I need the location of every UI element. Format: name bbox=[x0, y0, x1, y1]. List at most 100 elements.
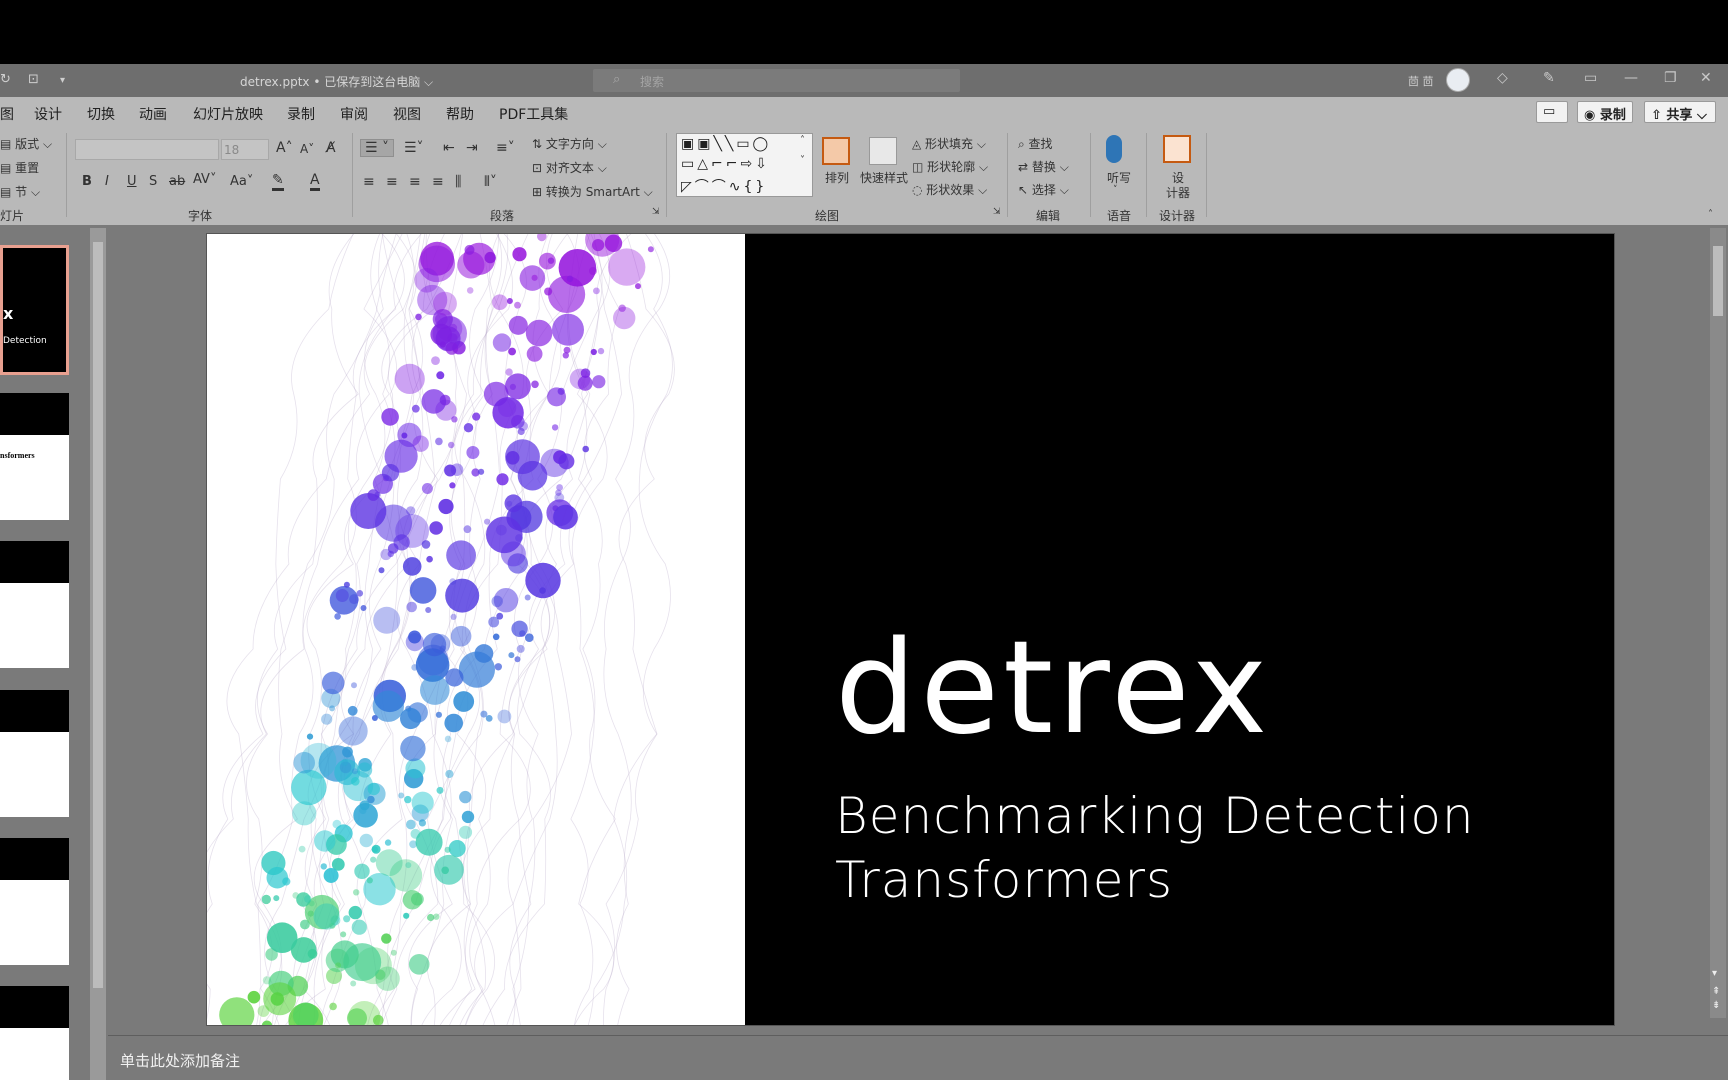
tab-transitions[interactable]: 切换 bbox=[87, 104, 115, 124]
arrange-button[interactable]: 排列 bbox=[825, 169, 849, 186]
justify-icon[interactable]: ≡ bbox=[432, 174, 444, 190]
font-size-field[interactable]: 18 bbox=[221, 139, 269, 160]
tab-help[interactable]: 帮助 bbox=[446, 104, 474, 124]
shadow-icon[interactable]: S bbox=[149, 174, 157, 189]
drawing-dialog-launcher-icon[interactable]: ⇲ bbox=[993, 207, 1001, 217]
slide-scrollbar[interactable]: ▾ ⇞ ⇟ bbox=[1710, 228, 1726, 1018]
text-direction-button[interactable]: ⇅ 文字方向 ⌵ bbox=[532, 135, 607, 152]
scrollbar-thumb[interactable] bbox=[1713, 246, 1723, 316]
slide-thumbnail-2[interactable]: nsformers bbox=[0, 393, 69, 520]
collapse-ribbon-icon[interactable]: ˄ bbox=[1708, 209, 1713, 220]
ribbon-display-icon[interactable]: ▭ bbox=[1584, 70, 1597, 86]
dictate-dropdown-icon[interactable]: ˅ bbox=[1113, 185, 1118, 195]
change-case-icon[interactable]: Aa˅ bbox=[230, 174, 253, 189]
shape-outline-button[interactable]: ◫ 形状轮廓 ⌵ bbox=[912, 158, 988, 175]
columns-icon[interactable]: ⫴˅ bbox=[484, 174, 497, 190]
grow-font-icon[interactable]: A˄ bbox=[276, 140, 293, 156]
top-black-strip bbox=[0, 0, 1728, 64]
reset-button[interactable]: ▤ 重置 bbox=[0, 159, 39, 176]
thumb-subtitle: Detection bbox=[3, 336, 47, 346]
tab-animations[interactable]: 动画 bbox=[139, 104, 167, 124]
font-name-field[interactable] bbox=[75, 139, 219, 160]
group-divider bbox=[666, 133, 667, 217]
italic-icon[interactable]: I bbox=[105, 174, 109, 189]
avatar[interactable] bbox=[1446, 68, 1470, 92]
layout-button[interactable]: ▤ 版式 ⌵ bbox=[0, 135, 52, 152]
bubble-artwork bbox=[207, 234, 675, 1025]
quick-styles-button[interactable]: 快速样式 bbox=[860, 169, 908, 186]
tab-review[interactable]: 审阅 bbox=[340, 104, 368, 124]
tab-slideshow[interactable]: 幻灯片放映 bbox=[193, 104, 263, 124]
numbering-icon[interactable]: ☰˅ bbox=[404, 140, 424, 156]
shape-fill-button[interactable]: ◬ 形状填充 ⌵ bbox=[912, 135, 986, 152]
strikethrough-icon[interactable]: ab bbox=[169, 174, 185, 189]
search-box[interactable]: ⌕ 搜索 bbox=[593, 69, 960, 92]
slide-thumbnail-3[interactable] bbox=[0, 541, 69, 668]
close-icon[interactable]: ✕ bbox=[1700, 70, 1712, 86]
notes-pane[interactable]: 单击此处添加备注 bbox=[108, 1035, 1728, 1080]
customize-toolbar-icon[interactable]: ▾ bbox=[60, 75, 65, 86]
layout-label: 版式 ⌵ bbox=[15, 137, 53, 151]
distributed-icon[interactable]: ⫼ bbox=[455, 174, 461, 190]
tab-pdf-tools[interactable]: PDF工具集 bbox=[499, 104, 568, 124]
shape-effects-button[interactable]: ◌ 形状效果 ⌵ bbox=[912, 181, 987, 198]
smartart-label: 转换为 SmartArt ⌵ bbox=[545, 185, 653, 199]
microphone-icon bbox=[1106, 135, 1122, 163]
char-spacing-icon[interactable]: AV˅ bbox=[193, 172, 216, 187]
gallery-scroll-down-icon[interactable]: ˅ bbox=[800, 155, 805, 166]
share-button[interactable]: ⇧ 共享 ⌵ bbox=[1644, 101, 1716, 123]
designer-icon bbox=[1163, 135, 1191, 163]
section-button[interactable]: ▤ 节 ⌵ bbox=[0, 183, 40, 200]
underline-icon[interactable]: U bbox=[127, 174, 137, 189]
slide-thumbnail-4[interactable] bbox=[0, 690, 69, 817]
shrink-font-icon[interactable]: A˅ bbox=[300, 142, 314, 156]
tab-insert-partial[interactable]: 图 bbox=[0, 104, 14, 124]
font-color-icon[interactable]: A bbox=[310, 172, 320, 191]
dictate-button[interactable]: 听写 bbox=[1107, 169, 1131, 186]
tab-design[interactable]: 设计 bbox=[34, 104, 62, 124]
bold-icon[interactable]: B bbox=[82, 174, 92, 189]
align-text-button[interactable]: ⊡ 对齐文本 ⌵ bbox=[532, 159, 607, 176]
gallery-scroll-up-icon[interactable]: ˄ bbox=[800, 135, 805, 146]
highlight-icon[interactable]: ✎ bbox=[272, 172, 284, 191]
minimize-icon[interactable]: — bbox=[1624, 70, 1638, 86]
slide-canvas[interactable]: detrex Benchmarking Detection Transforme… bbox=[206, 233, 1615, 1026]
tab-record[interactable]: 录制 bbox=[287, 104, 315, 124]
scroll-down-icon[interactable]: ▾ bbox=[1712, 968, 1717, 979]
user-name[interactable]: 茴 茴 bbox=[1408, 73, 1434, 89]
designer-button-line2[interactable]: 计器 bbox=[1166, 184, 1190, 201]
smartart-button[interactable]: ⊞ 转换为 SmartArt ⌵ bbox=[532, 183, 653, 200]
line-spacing-icon[interactable]: ≡˅ bbox=[496, 140, 515, 156]
pen-icon[interactable]: ✎ bbox=[1543, 70, 1555, 86]
restore-icon[interactable]: ❐ bbox=[1664, 70, 1677, 86]
slide-thumbnail-6[interactable] bbox=[0, 986, 69, 1080]
redo-icon[interactable]: ↻ bbox=[0, 72, 11, 87]
slide-thumbnail-5[interactable] bbox=[0, 838, 69, 965]
shape-gallery[interactable]: ▣▣╲╲▭◯ ▭△⌐⌐⇨⇩ ◸⌒⌒∿{} bbox=[676, 133, 813, 197]
find-button[interactable]: ⌕ 查找 bbox=[1018, 135, 1053, 152]
slide-subtitle[interactable]: Benchmarking Detection Transformers bbox=[835, 784, 1535, 912]
align-left-icon[interactable]: ≡ bbox=[363, 174, 375, 190]
increase-indent-icon[interactable]: ⇥ bbox=[466, 140, 478, 156]
align-text-icon: ⊡ bbox=[532, 161, 546, 175]
align-right-icon[interactable]: ≡ bbox=[409, 174, 421, 190]
bullets-icon[interactable]: ☰ ˅ bbox=[360, 139, 395, 157]
record-button[interactable]: ◉ 录制 bbox=[1577, 101, 1633, 123]
next-slide-icon[interactable]: ⇟ bbox=[1712, 1000, 1720, 1011]
decrease-indent-icon[interactable]: ⇤ bbox=[443, 140, 455, 156]
slide-thumbnail-1[interactable]: x Detection bbox=[0, 245, 69, 375]
previous-slide-icon[interactable]: ⇞ bbox=[1712, 986, 1720, 997]
document-title[interactable]: detrex.pptx • 已保存到这台电脑 ⌵ bbox=[240, 73, 433, 90]
replace-button[interactable]: ⇄ 替换 ⌵ bbox=[1018, 158, 1069, 175]
align-center-icon[interactable]: ≡ bbox=[386, 174, 398, 190]
comments-button[interactable]: ▭ bbox=[1536, 101, 1568, 123]
scrollbar-thumb[interactable] bbox=[93, 242, 103, 988]
tab-view[interactable]: 视图 bbox=[393, 104, 421, 124]
paragraph-dialog-launcher-icon[interactable]: ⇲ bbox=[652, 207, 660, 217]
thumbnail-scrollbar[interactable] bbox=[90, 228, 106, 1080]
present-icon[interactable]: ⊡ bbox=[28, 72, 39, 87]
slide-title[interactable]: detrex bbox=[835, 614, 1271, 763]
select-button[interactable]: ↖ 选择 ⌵ bbox=[1018, 181, 1069, 198]
clear-format-icon[interactable]: A̸ bbox=[326, 140, 336, 156]
premium-diamond-icon[interactable]: ◇ bbox=[1497, 70, 1508, 86]
